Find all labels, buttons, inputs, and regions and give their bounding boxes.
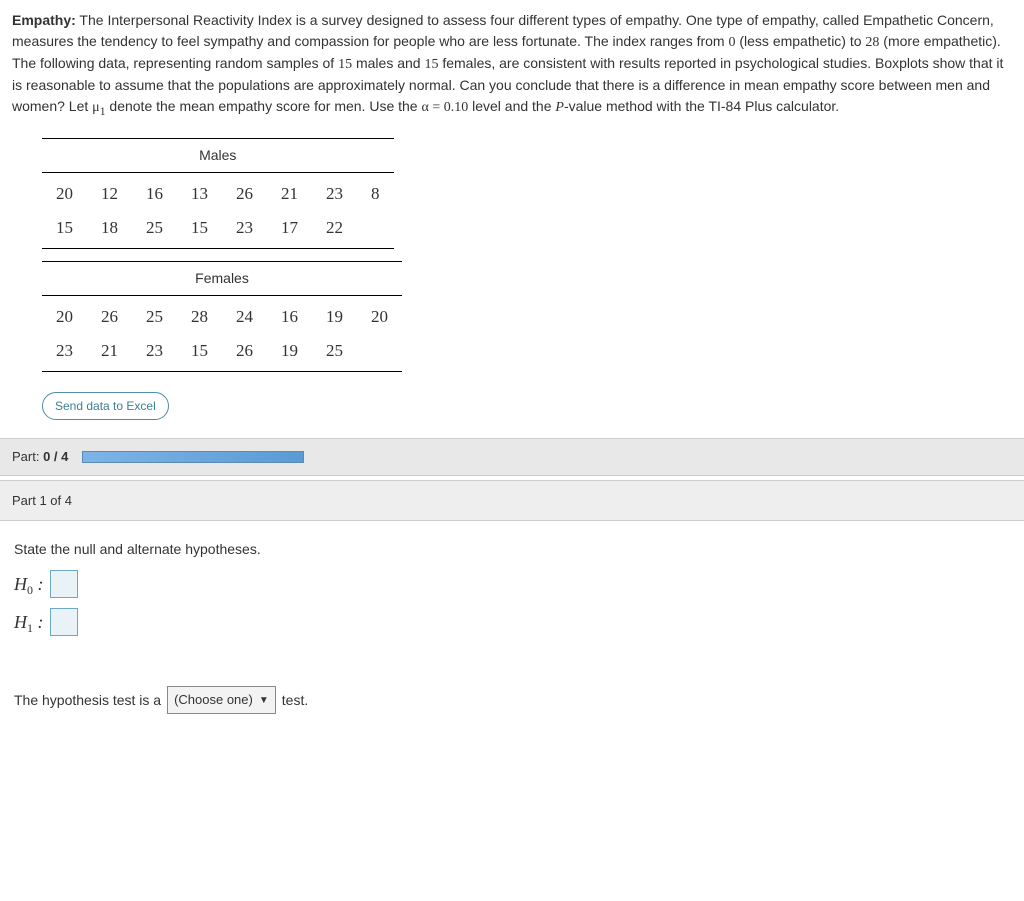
part-header: Part 1 of 4 [0,480,1024,522]
progress-bar-row: Part: 0 / 4 [0,438,1024,476]
problem-statement: Empathy: The Interpersonal Reactivity In… [12,10,1012,120]
females-label: Females [42,262,402,296]
males-data-table: Males 201216132621238 15182515231722 [42,138,1012,249]
h1-answer-input[interactable] [50,608,78,636]
null-hypothesis-row: H0 : [14,570,1010,598]
send-to-excel-button[interactable]: Send data to Excel [42,392,169,420]
test-type-sentence: The hypothesis test is a (Choose one) ▼ … [14,686,1010,714]
test-type-dropdown[interactable]: (Choose one) ▼ [167,686,276,714]
h0-answer-input[interactable] [50,570,78,598]
problem-title: Empathy: [12,12,76,28]
chevron-down-icon: ▼ [259,693,269,708]
question-prompt: State the null and alternate hypotheses. [14,539,1010,560]
progress-label: Part: 0 / 4 [12,447,68,467]
alt-hypothesis-row: H1 : [14,608,1010,636]
progress-bar [82,451,304,463]
females-data-table: Females 2026252824161920 23212315261925 [42,261,1012,372]
males-label: Males [42,139,394,173]
